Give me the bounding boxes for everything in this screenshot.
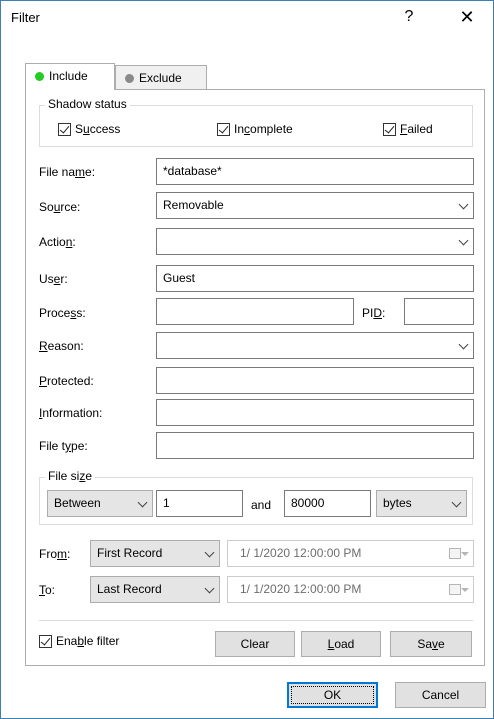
action-select[interactable] <box>156 228 474 255</box>
source-label: Source: <box>39 200 81 214</box>
from-date-value: 1/ 1/2020 12:00:00 PM <box>240 546 362 560</box>
success-label: Success <box>75 122 121 136</box>
file-type-field[interactable] <box>156 432 474 459</box>
user-label: User: <box>39 272 68 286</box>
checkbox-check-icon <box>383 123 396 136</box>
save-button[interactable]: Save <box>390 631 472 657</box>
shadow-status-title: Shadow status <box>45 97 130 111</box>
calendar-icon <box>449 548 461 559</box>
file-size-unit-select[interactable]: bytes <box>376 490 467 517</box>
reason-select[interactable] <box>156 332 474 359</box>
load-button[interactable]: Load <box>301 631 381 657</box>
separator <box>39 620 473 621</box>
ok-button[interactable]: OK <box>287 682 378 708</box>
pid-label: PID: <box>362 306 386 320</box>
from-date-picker[interactable]: 1/ 1/2020 12:00:00 PM <box>227 540 474 567</box>
close-button[interactable]: ✕ <box>445 3 489 31</box>
file-name-label: File name: <box>39 165 96 179</box>
process-label: Process: <box>39 306 86 320</box>
file-size-max-field[interactable]: 80000 <box>284 490 371 517</box>
chevron-down-icon <box>458 235 469 246</box>
from-select-value: First Record <box>97 546 163 560</box>
source-select[interactable]: Removable <box>156 192 474 219</box>
tab-exclude-label: Exclude <box>139 71 182 85</box>
calendar-icon <box>449 584 461 595</box>
user-field[interactable]: Guest <box>156 265 474 292</box>
title-bar: Filter ? ✕ <box>1 1 493 33</box>
and-label: and <box>251 498 272 512</box>
file-size-title: File size <box>45 469 96 483</box>
source-value: Removable <box>163 198 224 212</box>
protected-label: Protected: <box>39 374 94 388</box>
help-button[interactable]: ? <box>387 3 431 31</box>
tab-exclude[interactable]: Exclude <box>115 65 207 89</box>
dropdown-arrow-icon <box>461 588 469 592</box>
process-field[interactable] <box>156 298 354 325</box>
window-title: Filter <box>11 10 40 25</box>
file-size-min-field[interactable]: 1 <box>156 490 243 517</box>
tab-include-label: Include <box>49 69 88 83</box>
chevron-down-icon <box>137 497 148 508</box>
incomplete-label: Incomplete <box>234 122 293 136</box>
chevron-down-icon <box>458 339 469 350</box>
file-size-mode-value: Between <box>54 496 101 510</box>
gray-dot-icon <box>125 74 134 83</box>
to-label: To: <box>39 583 56 597</box>
to-date-picker[interactable]: 1/ 1/2020 12:00:00 PM <box>227 576 474 603</box>
from-select[interactable]: First Record <box>90 540 220 567</box>
action-label: Action: <box>39 235 76 249</box>
chevron-down-icon <box>204 583 215 594</box>
checkbox-check-icon <box>39 635 52 648</box>
green-dot-icon <box>35 72 44 81</box>
file-size-mode-select[interactable]: Between <box>47 490 153 517</box>
to-select[interactable]: Last Record <box>90 576 220 603</box>
chevron-down-icon <box>451 497 462 508</box>
pid-field[interactable] <box>404 298 474 325</box>
checkbox-check-icon <box>58 123 71 136</box>
filter-dialog: Filter ? ✕ Include Exclude Shadow status… <box>0 0 494 719</box>
tab-include[interactable]: Include <box>25 63 115 90</box>
reason-label: Reason: <box>39 339 84 353</box>
information-label: Information: <box>39 406 103 420</box>
file-type-label: File type: <box>39 439 88 453</box>
checkbox-check-icon <box>217 123 230 136</box>
cancel-button[interactable]: Cancel <box>395 682 486 708</box>
to-select-value: Last Record <box>97 582 162 596</box>
to-date-value: 1/ 1/2020 12:00:00 PM <box>240 582 362 596</box>
file-name-field[interactable]: *database* <box>156 158 474 185</box>
dropdown-arrow-icon <box>461 552 469 556</box>
enable-filter-label: Enable filter <box>56 634 120 648</box>
information-field[interactable] <box>156 399 474 426</box>
protected-field[interactable] <box>156 367 474 394</box>
chevron-down-icon <box>458 199 469 210</box>
file-size-unit-value: bytes <box>383 496 412 510</box>
clear-button[interactable]: Clear <box>215 631 295 657</box>
failed-label: Failed <box>400 122 433 136</box>
chevron-down-icon <box>204 547 215 558</box>
from-label: From: <box>39 547 71 561</box>
